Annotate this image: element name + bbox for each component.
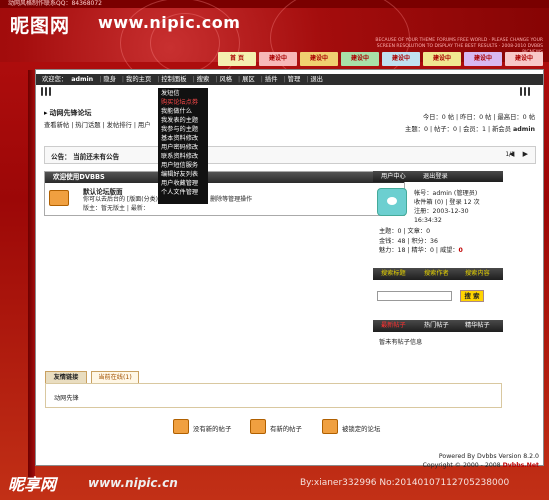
- board-meta: 版主：暂无版主 | 最新：: [83, 205, 149, 212]
- control-panel-dropdown: 发短信 购买论坛点券 我能做什么 我发表的主题 我参与的主题 基本资料修改 用户…: [158, 88, 208, 204]
- dropdown-item-highlighted[interactable]: 购买论坛点券: [161, 98, 205, 107]
- flag-building[interactable]: 建设中: [464, 52, 502, 66]
- flag-building[interactable]: 建设中: [341, 52, 379, 66]
- dropdown-item[interactable]: 联系资料修改: [161, 152, 205, 161]
- folder-locked-icon: [322, 419, 338, 434]
- binder-hole: [520, 87, 522, 96]
- nav-item-hide[interactable]: 隐身: [103, 76, 116, 83]
- folder-new-icon: [250, 419, 266, 434]
- tab-logout[interactable]: 退出登录: [423, 171, 448, 182]
- tab-search-author[interactable]: 搜索作者: [424, 268, 449, 279]
- post-stats: 今日：0 帖 | 昨日：0 帖 | 最高日：0 帖: [422, 114, 535, 121]
- site-logo[interactable]: 昵图网: [10, 11, 70, 38]
- tab-online[interactable]: 当前在线(1): [91, 371, 139, 383]
- binder-hole: [41, 87, 43, 96]
- binder-hole: [45, 87, 47, 96]
- nav-item-plugins[interactable]: 插件: [265, 76, 278, 83]
- tab-search-title[interactable]: 搜索标题: [381, 268, 406, 279]
- tab-friend-links[interactable]: 友情链接: [45, 371, 87, 383]
- nav-item-admin[interactable]: 管理: [288, 76, 301, 83]
- watermark-id: By:xianer332996 No:20140107112705238000: [300, 478, 510, 488]
- top-nav-flags: 首 页 建设中 建设中 建设中 建设中 建设中 建设中 建设中: [218, 52, 549, 69]
- search-tabs: 搜索标题 搜索作者 搜索内容: [373, 268, 503, 280]
- tab-user-center[interactable]: 用户中心: [381, 171, 406, 182]
- search-input[interactable]: [377, 291, 452, 301]
- nav-item-logout[interactable]: 退出: [310, 76, 323, 83]
- forum-title[interactable]: ▸ 动网先锋论坛: [44, 108, 92, 118]
- tab-latest-posts[interactable]: 最新帖子: [381, 320, 406, 331]
- welcome-title: 欢迎使用DVBBS: [53, 173, 105, 181]
- flag-building[interactable]: 建设中: [382, 52, 420, 66]
- search-button[interactable]: 搜 索: [460, 290, 484, 302]
- announcement-nav-icons[interactable]: ◀ ▶: [509, 150, 531, 158]
- binder-hole: [528, 87, 530, 96]
- announcement-text: 公告： 当前还未有公告: [51, 153, 120, 161]
- nav-item-homepage[interactable]: 我的主页: [126, 76, 151, 83]
- dropdown-item[interactable]: 用户短信服务: [161, 161, 205, 170]
- user-navbar: 欢迎您： admin | 隐身 | 我的主页 | 控制面板 | 搜索 | 风格 | 展区 |…: [36, 74, 543, 85]
- nav-item-style[interactable]: 风格: [219, 76, 232, 83]
- folder-icon: [173, 419, 189, 434]
- flag-home[interactable]: 首 页: [218, 52, 256, 66]
- board-icon: [49, 190, 69, 206]
- welcome-label: 欢迎您：: [42, 76, 68, 83]
- watermark-logo: 昵享网: [8, 475, 57, 494]
- flag-building[interactable]: 建设中: [505, 52, 543, 66]
- contact-text: 动网风格制作联系QQ：84368072: [8, 0, 102, 7]
- arrow-icon: ▸: [44, 109, 48, 117]
- nav-item-exhibit[interactable]: 展区: [242, 76, 255, 83]
- welcome-panel: 欢迎使用DVBBS 默认论坛版面 你可以去后台的 [版面(分类)管理] 中修改分…: [44, 171, 405, 216]
- dropdown-item[interactable]: 我发表的主题: [161, 116, 205, 125]
- tab-elite-posts[interactable]: 精华帖子: [465, 320, 490, 331]
- flag-building[interactable]: 建设中: [259, 52, 297, 66]
- watermark: 昵享网 www.nipic.cn By:xianer332996 No:2014…: [0, 466, 549, 500]
- post-tabs: 最新帖子 热门帖子 精华帖子: [373, 320, 503, 332]
- flag-building[interactable]: 建设中: [300, 52, 338, 66]
- friend-link[interactable]: 动网先锋: [54, 393, 79, 402]
- binder-hole: [524, 87, 526, 96]
- tab-hot-posts[interactable]: 热门帖子: [424, 320, 449, 331]
- no-posts-text: 暂未有帖子信息: [379, 339, 423, 346]
- avatar[interactable]: [377, 188, 407, 216]
- tab-search-content[interactable]: 搜索内容: [465, 268, 490, 279]
- frame-shadow: [28, 70, 35, 480]
- username-link[interactable]: admin: [71, 76, 93, 83]
- dropdown-item[interactable]: 我能做什么: [161, 107, 205, 116]
- member-stats: 主题：0 | 帖子：0 | 会员：1 | 新会员 admin: [405, 126, 535, 133]
- welcome-panel-header: 欢迎使用DVBBS: [45, 172, 404, 183]
- dropdown-item[interactable]: 我参与的主题: [161, 125, 205, 134]
- announcement-bar: 公告： 当前还未有公告 1/1 ◀ ▶: [44, 146, 536, 164]
- dropdown-item[interactable]: 用户收藏管理: [161, 179, 205, 188]
- newest-member-link[interactable]: admin: [513, 126, 535, 133]
- user-info: 帐号：admin (管理员) 收件箱 (0) | 登录 12 次 注册：2003…: [414, 190, 480, 224]
- quick-links[interactable]: 查看新帖 | 热门话题 | 发帖排行 | 用户: [44, 120, 151, 129]
- dropdown-item[interactable]: 用户密码修改: [161, 143, 205, 152]
- powered-by[interactable]: Powered By Dvbbs Version 8.2.0: [423, 452, 539, 461]
- dropdown-item[interactable]: 个人文件管理: [161, 188, 205, 197]
- dropdown-item[interactable]: 发短信: [161, 89, 205, 98]
- nav-item-search[interactable]: 搜索: [197, 76, 210, 83]
- site-url[interactable]: www.nipic.com: [98, 13, 240, 32]
- dropdown-item[interactable]: 编辑好友列表: [161, 170, 205, 179]
- binder-hole: [49, 87, 51, 96]
- flag-building[interactable]: 建设中: [423, 52, 461, 66]
- friends-panel: 动网先锋: [45, 383, 502, 408]
- watermark-url: www.nipic.cn: [88, 476, 178, 490]
- user-center-tabs: 用户中心 退出登录: [373, 171, 503, 182]
- dropdown-item[interactable]: 基本资料修改: [161, 134, 205, 143]
- nav-item-control-panel[interactable]: 控制面板: [161, 76, 186, 83]
- user-stats: 主题：0 | 文章：0 金钱：48 | 积分：36 魅力：18 | 精华：0 |…: [379, 228, 463, 254]
